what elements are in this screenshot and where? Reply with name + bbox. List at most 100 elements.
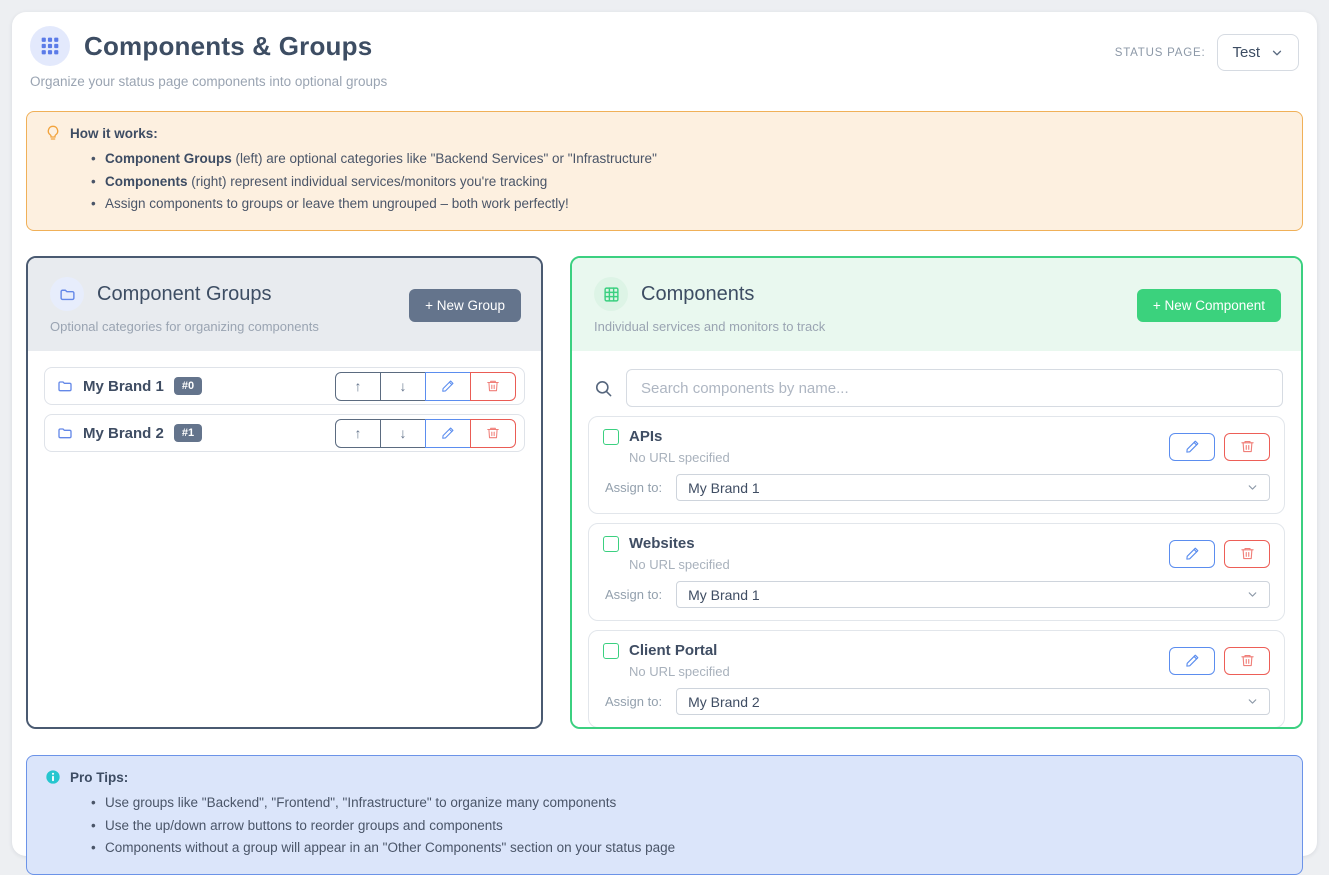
group-name: My Brand 1 xyxy=(83,378,164,395)
group-row: My Brand 2 #1 ↑ ↓ xyxy=(44,414,525,452)
assign-group-select[interactable]: My Brand 2 xyxy=(676,688,1270,715)
move-group-down-button[interactable]: ↓ xyxy=(380,372,426,401)
assign-to-label: Assign to: xyxy=(605,480,662,495)
how-it-works-box: How it works: Component Groups (left) ar… xyxy=(26,111,1303,231)
assigned-group-value: My Brand 2 xyxy=(688,694,760,710)
components-panel-header: Components Individual services and monit… xyxy=(572,258,1301,351)
new-group-button[interactable]: + New Group xyxy=(409,289,521,322)
trash-icon xyxy=(486,379,500,393)
table-grid-icon xyxy=(603,286,620,303)
component-name: APIs xyxy=(629,428,662,445)
delete-component-button[interactable] xyxy=(1224,540,1270,568)
components-groups-icon xyxy=(30,26,70,66)
page-header: Components & Groups Organize your status… xyxy=(26,26,1303,89)
page-title: Components & Groups xyxy=(84,31,372,62)
chevron-down-icon xyxy=(1246,695,1259,708)
edit-group-button[interactable] xyxy=(425,419,471,448)
table-icon-circle xyxy=(594,277,628,311)
assign-to-label: Assign to: xyxy=(605,694,662,709)
group-order-badge: #0 xyxy=(174,377,202,395)
groups-panel-subtitle: Optional categories for organizing compo… xyxy=(50,319,319,334)
component-groups-panel: Component Groups Optional categories for… xyxy=(26,256,543,729)
delete-group-button[interactable] xyxy=(470,372,516,401)
lightbulb-icon xyxy=(45,125,61,141)
grid-squares-icon xyxy=(40,36,60,56)
group-actions: ↑ ↓ xyxy=(335,372,516,401)
trash-icon xyxy=(1240,439,1255,454)
folder-icon-circle xyxy=(50,277,84,311)
assign-group-select[interactable]: My Brand 1 xyxy=(676,581,1270,608)
group-name: My Brand 2 xyxy=(83,425,164,442)
move-group-down-button[interactable]: ↓ xyxy=(380,419,426,448)
groups-panel-title: Component Groups xyxy=(97,283,272,306)
pencil-icon xyxy=(1185,439,1200,454)
how-it-works-title: How it works: xyxy=(70,126,158,141)
up-arrow-icon: ↑ xyxy=(355,425,362,441)
component-url-note: No URL specified xyxy=(629,557,730,572)
component-checkbox[interactable] xyxy=(603,536,619,552)
components-panel-title: Components xyxy=(641,283,754,306)
component-checkbox[interactable] xyxy=(603,429,619,445)
components-panel: Components Individual services and monit… xyxy=(570,256,1303,729)
how-it-works-list: Component Groups (left) are optional cat… xyxy=(91,148,1284,216)
delete-group-button[interactable] xyxy=(470,419,516,448)
pro-tips-item: Components without a group will appear i… xyxy=(91,837,1284,860)
component-card: Client Portal No URL specified xyxy=(588,630,1285,728)
search-icon xyxy=(594,379,613,398)
group-actions: ↑ ↓ xyxy=(335,419,516,448)
how-it-works-item: Component Groups (left) are optional cat… xyxy=(91,148,1284,171)
how-it-works-item: Components (right) represent individual … xyxy=(91,171,1284,194)
down-arrow-icon: ↓ xyxy=(400,378,407,394)
edit-component-button[interactable] xyxy=(1169,540,1215,568)
delete-component-button[interactable] xyxy=(1224,647,1270,675)
pro-tips-list: Use groups like "Backend", "Frontend", "… xyxy=(91,792,1284,860)
group-row: My Brand 1 #0 ↑ ↓ xyxy=(44,367,525,405)
assign-to-label: Assign to: xyxy=(605,587,662,602)
trash-icon xyxy=(1240,546,1255,561)
groups-panel-header: Component Groups Optional categories for… xyxy=(28,258,541,351)
pencil-icon xyxy=(1185,546,1200,561)
pro-tips-box: Pro Tips: Use groups like "Backend", "Fr… xyxy=(26,755,1303,875)
assigned-group-value: My Brand 1 xyxy=(688,480,760,496)
edit-group-button[interactable] xyxy=(425,372,471,401)
status-page-select[interactable]: Test xyxy=(1217,34,1299,71)
group-order-badge: #1 xyxy=(174,424,202,442)
edit-component-button[interactable] xyxy=(1169,647,1215,675)
new-component-button[interactable]: + New Component xyxy=(1137,289,1281,322)
assign-group-select[interactable]: My Brand 1 xyxy=(676,474,1270,501)
components-panel-body: APIs No URL specified xyxy=(572,351,1301,729)
pencil-icon xyxy=(441,379,455,393)
how-it-works-item: Assign components to groups or leave the… xyxy=(91,193,1284,216)
delete-component-button[interactable] xyxy=(1224,433,1270,461)
edit-component-button[interactable] xyxy=(1169,433,1215,461)
trash-icon xyxy=(1240,653,1255,668)
assigned-group-value: My Brand 1 xyxy=(688,587,760,603)
groups-panel-body: My Brand 1 #0 ↑ ↓ xyxy=(28,351,541,727)
pro-tips-item: Use groups like "Backend", "Frontend", "… xyxy=(91,792,1284,815)
component-url-note: No URL specified xyxy=(629,450,730,465)
component-name: Client Portal xyxy=(629,642,717,659)
page-subtitle: Organize your status page components int… xyxy=(30,74,387,89)
pro-tips-item: Use the up/down arrow buttons to reorder… xyxy=(91,815,1284,838)
move-group-up-button[interactable]: ↑ xyxy=(335,419,381,448)
component-checkbox[interactable] xyxy=(603,643,619,659)
move-group-up-button[interactable]: ↑ xyxy=(335,372,381,401)
chevron-down-icon xyxy=(1270,46,1284,60)
component-url-note: No URL specified xyxy=(629,664,730,679)
pencil-icon xyxy=(441,426,455,440)
up-arrow-icon: ↑ xyxy=(355,378,362,394)
down-arrow-icon: ↓ xyxy=(400,425,407,441)
chevron-down-icon xyxy=(1246,481,1259,494)
info-icon xyxy=(45,769,61,785)
pencil-icon xyxy=(1185,653,1200,668)
chevron-down-icon xyxy=(1246,588,1259,601)
folder-icon xyxy=(59,286,76,303)
component-card: Websites No URL specified xyxy=(588,523,1285,621)
components-panel-subtitle: Individual services and monitors to trac… xyxy=(594,319,825,334)
component-card: APIs No URL specified xyxy=(588,416,1285,514)
folder-icon xyxy=(57,378,73,394)
search-input[interactable] xyxy=(626,369,1283,407)
component-name: Websites xyxy=(629,535,695,552)
trash-icon xyxy=(486,426,500,440)
main-card: Components & Groups Organize your status… xyxy=(12,12,1317,856)
